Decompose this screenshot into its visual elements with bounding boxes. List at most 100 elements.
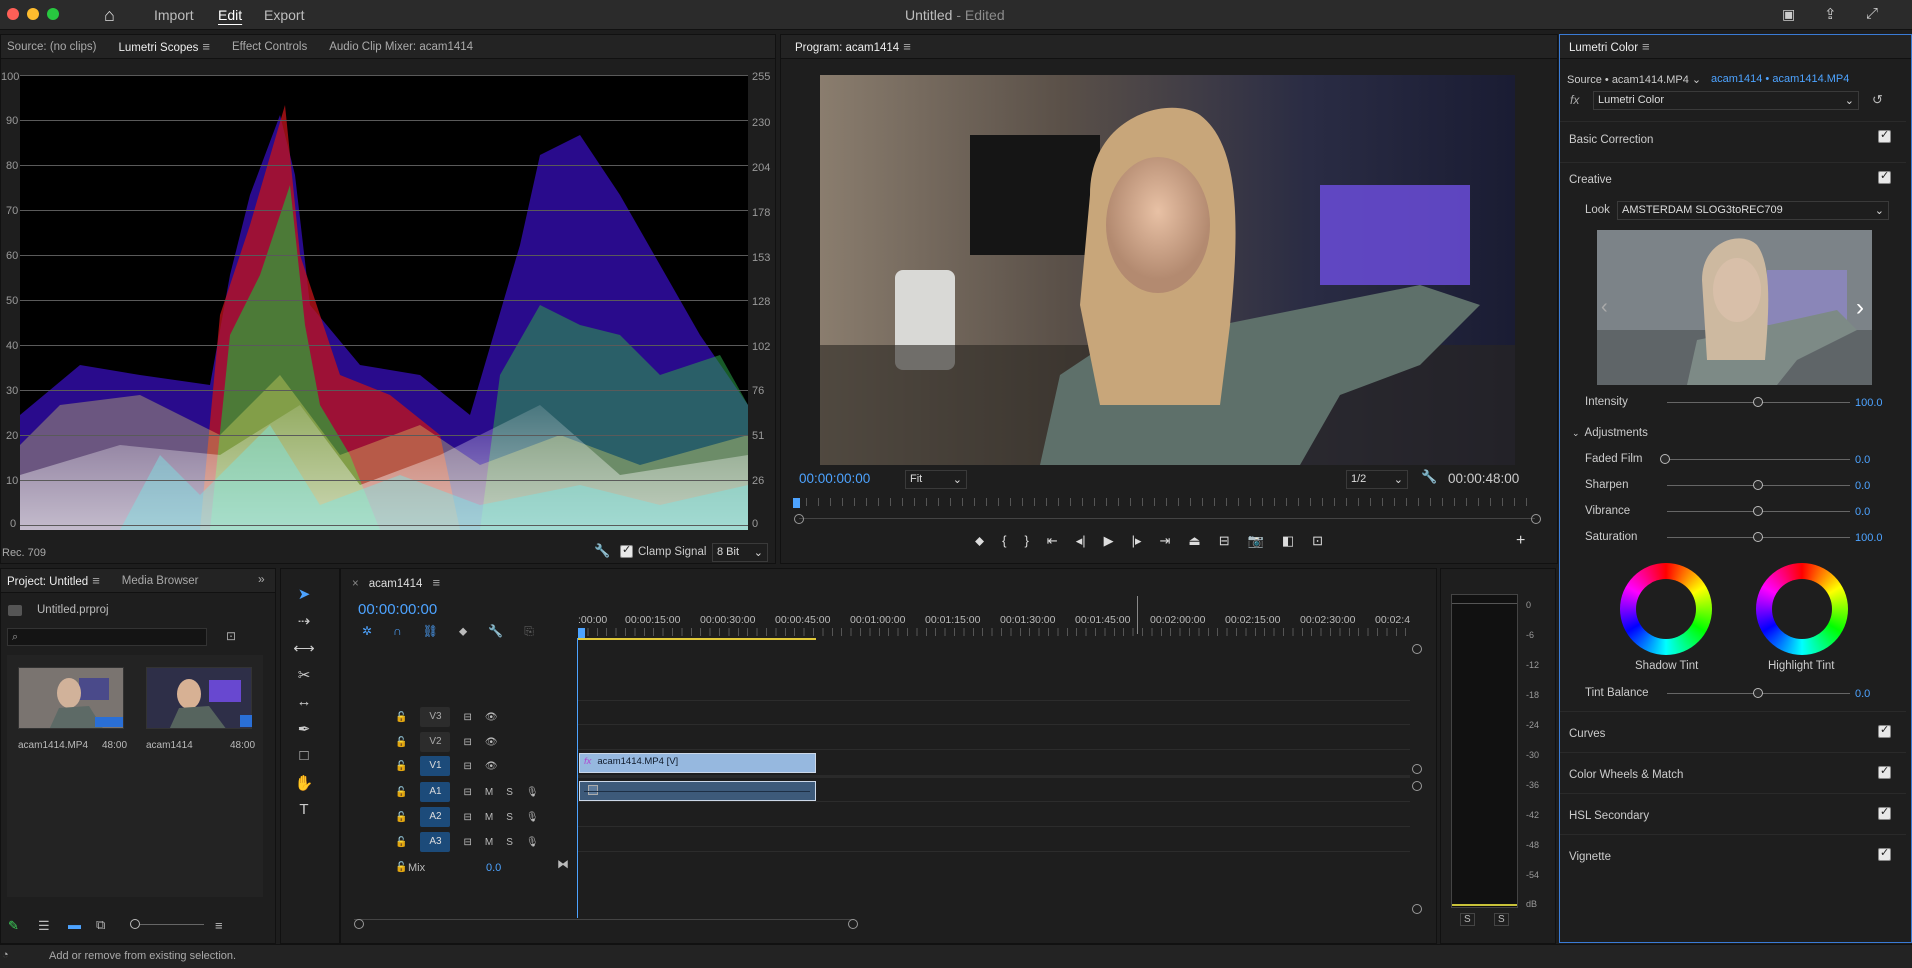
- fx-icon[interactable]: fx: [1570, 93, 1579, 107]
- mix-value[interactable]: 0.0: [486, 862, 501, 874]
- shadow-tint-wheel[interactable]: [1620, 563, 1712, 655]
- lock-icon[interactable]: 🔓: [395, 761, 407, 772]
- look-select[interactable]: AMSTERDAM SLOG3toREC709 ⌄: [1617, 201, 1889, 220]
- solo-button[interactable]: S: [506, 812, 513, 823]
- freeform-view-icon[interactable]: ⧉: [96, 917, 105, 933]
- lock-icon[interactable]: 🔓: [395, 712, 407, 723]
- comparison-view-icon[interactable]: ◧: [1282, 533, 1294, 549]
- extract-icon[interactable]: ⊟: [1219, 533, 1230, 549]
- video-clip[interactable]: fx acam1414.MP4 [V]: [579, 753, 816, 773]
- tint-balance-knob[interactable]: [1753, 688, 1763, 698]
- expand-panels-icon[interactable]: »: [258, 572, 265, 586]
- clamp-signal-toggle[interactable]: Clamp Signal: [620, 543, 706, 558]
- close-window-button[interactable]: [7, 8, 19, 20]
- panel-menu-icon[interactable]: ≡: [202, 39, 210, 54]
- vibrance-value[interactable]: 0.0: [1855, 506, 1870, 518]
- rectangle-tool-icon[interactable]: □: [293, 747, 315, 764]
- sharpen-value[interactable]: 0.0: [1855, 480, 1870, 492]
- section-basic-correction[interactable]: Basic Correction: [1560, 121, 1906, 155]
- pen-tool-icon[interactable]: ✒: [293, 720, 315, 738]
- hsl-checkbox[interactable]: [1878, 805, 1891, 820]
- work-area-bar[interactable]: [578, 638, 816, 640]
- faded-film-knob[interactable]: [1660, 454, 1670, 464]
- linked-selection-icon[interactable]: ⛓: [423, 624, 438, 639]
- track-label-v1[interactable]: V1: [420, 756, 451, 776]
- add-marker-icon[interactable]: ⬥: [459, 624, 467, 639]
- solo-left-button[interactable]: S: [1460, 913, 1475, 926]
- track-label-v2[interactable]: V2: [420, 732, 451, 752]
- timeline-playhead-line[interactable]: [577, 638, 578, 918]
- tab-timeline-sequence[interactable]: × acam1414 ≡: [352, 575, 440, 590]
- saturation-knob[interactable]: [1753, 532, 1763, 542]
- mute-button[interactable]: M: [485, 812, 493, 823]
- lock-icon[interactable]: 🔓: [395, 737, 407, 748]
- timeline-timecode[interactable]: 00:00:00:00: [358, 601, 437, 618]
- shadow-tint-wheel-center[interactable]: [1636, 579, 1696, 639]
- timeline-ruler[interactable]: [578, 628, 1410, 636]
- tab-media-browser[interactable]: Media Browser: [122, 575, 199, 587]
- solo-button[interactable]: S: [506, 787, 513, 798]
- creative-checkbox[interactable]: [1878, 169, 1891, 184]
- sort-icon[interactable]: ≡: [215, 918, 223, 933]
- zoom-window-button[interactable]: [47, 8, 59, 20]
- snap-icon[interactable]: ∩: [393, 624, 402, 639]
- slip-tool-icon[interactable]: ↔: [293, 693, 315, 710]
- tab-lumetri-color[interactable]: Lumetri Color ≡: [1569, 39, 1650, 54]
- tab-audio-clip-mixer[interactable]: Audio Clip Mixer: acam1414: [329, 41, 473, 53]
- faded-film-value[interactable]: 0.0: [1855, 454, 1870, 466]
- vertical-scroll-handle[interactable]: [1412, 904, 1422, 914]
- microphone-icon[interactable]: 🎙: [526, 837, 539, 848]
- menu-edit[interactable]: Edit: [218, 7, 242, 23]
- fullscreen-icon[interactable]: ⤢: [1866, 5, 1878, 22]
- mark-in-icon[interactable]: {: [1002, 533, 1006, 549]
- ripple-edit-tool-icon[interactable]: ⟷: [293, 639, 315, 657]
- horizontal-scroll-handle-left[interactable]: [354, 919, 364, 929]
- look-prev-icon[interactable]: ‹: [1601, 296, 1608, 319]
- minimize-window-button[interactable]: [27, 8, 39, 20]
- zoom-handle-right[interactable]: [1531, 514, 1541, 524]
- basic-correction-checkbox[interactable]: [1878, 128, 1891, 143]
- tab-source[interactable]: Source: (no clips): [7, 41, 96, 53]
- faded-film-slider[interactable]: [1667, 459, 1850, 460]
- solo-button[interactable]: S: [506, 837, 513, 848]
- vibrance-knob[interactable]: [1753, 506, 1763, 516]
- solo-right-button[interactable]: S: [1494, 913, 1509, 926]
- panel-menu-icon[interactable]: ≡: [1642, 39, 1650, 54]
- bit-depth-select[interactable]: 8 Bit ⌄: [712, 543, 768, 562]
- add-marker-icon[interactable]: ⬥: [975, 533, 984, 549]
- step-forward-icon[interactable]: |▸: [1132, 533, 1142, 549]
- zoom-slider[interactable]: [140, 924, 204, 925]
- horizontal-scroll-handle-right[interactable]: [848, 919, 858, 929]
- program-zoom-bar[interactable]: [799, 518, 1535, 519]
- highlight-tint-wheel[interactable]: [1756, 563, 1848, 655]
- wrench-icon[interactable]: 🔧: [594, 543, 610, 559]
- zoom-slider-knob[interactable]: [130, 919, 140, 929]
- timeline-playhead-head[interactable]: [578, 628, 585, 638]
- menu-import[interactable]: Import: [154, 7, 194, 23]
- lift-icon[interactable]: ⏏: [1188, 533, 1200, 549]
- project-search-input[interactable]: ⌕: [7, 628, 207, 646]
- adjustments-toggle[interactable]: ⌄ Adjustments: [1572, 427, 1648, 439]
- quick-export-icon[interactable]: ▣: [1782, 6, 1795, 23]
- eye-icon[interactable]: 👁: [485, 761, 498, 772]
- look-next-icon[interactable]: ›: [1856, 294, 1864, 322]
- panel-menu-icon[interactable]: ≡: [903, 39, 911, 54]
- tab-program[interactable]: Program: acam1414 ≡: [795, 39, 911, 54]
- step-back-icon[interactable]: ◂|: [1076, 533, 1086, 549]
- go-to-out-icon[interactable]: ⇥: [1160, 533, 1171, 549]
- section-curves[interactable]: Curves: [1560, 711, 1906, 745]
- lock-icon[interactable]: 🔓: [395, 837, 407, 848]
- sync-lock-icon[interactable]: ⊟: [463, 837, 471, 848]
- captions-icon[interactable]: ⎘: [524, 624, 534, 639]
- mark-out-icon[interactable]: }: [1024, 533, 1028, 549]
- saturation-value[interactable]: 100.0: [1855, 532, 1883, 544]
- program-playhead[interactable]: [793, 498, 800, 508]
- pencil-icon[interactable]: ✎: [8, 918, 19, 934]
- intensity-slider-knob[interactable]: [1753, 397, 1763, 407]
- program-timecode[interactable]: 00:00:00:00: [799, 471, 870, 486]
- track-label-a2[interactable]: A2: [420, 807, 451, 827]
- sync-lock-icon[interactable]: ⊟: [463, 812, 471, 823]
- vertical-scroll-handle[interactable]: [1412, 764, 1422, 774]
- effect-select[interactable]: Lumetri Color ⌄: [1593, 91, 1859, 110]
- type-tool-icon[interactable]: T: [293, 801, 315, 818]
